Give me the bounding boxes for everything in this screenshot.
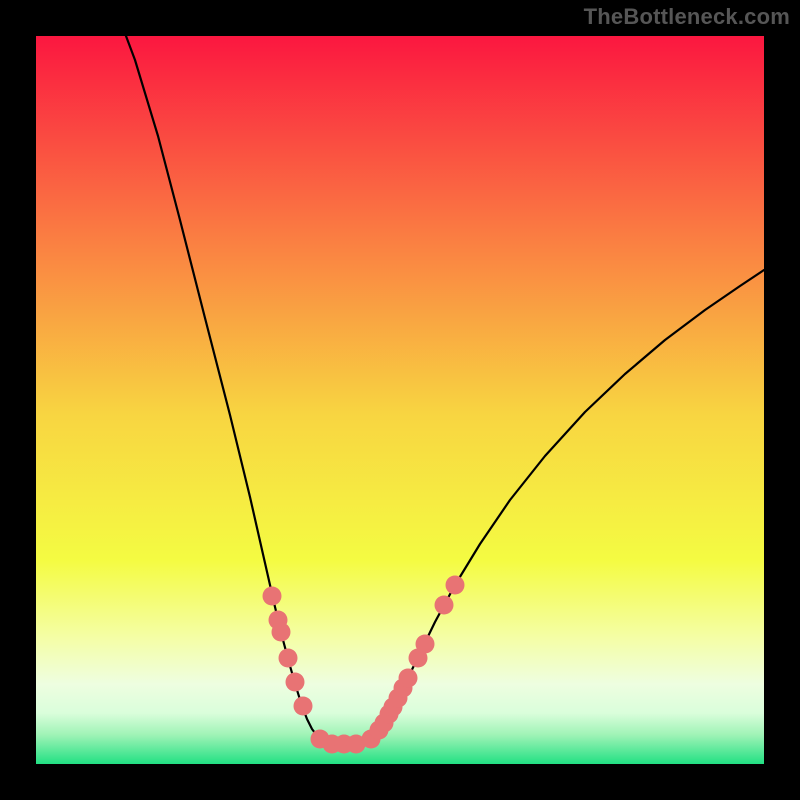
chart-canvas: TheBottleneck.com — [0, 0, 800, 800]
chart-svg — [0, 0, 800, 800]
gradient-plot-area — [36, 36, 764, 764]
data-marker — [286, 673, 305, 692]
data-marker — [435, 596, 454, 615]
data-marker — [416, 635, 435, 654]
data-marker — [294, 697, 313, 716]
data-marker — [399, 669, 418, 688]
data-marker — [279, 649, 298, 668]
data-marker — [272, 623, 291, 642]
data-marker — [263, 587, 282, 606]
data-marker — [446, 576, 465, 595]
watermark-text: TheBottleneck.com — [584, 4, 790, 30]
